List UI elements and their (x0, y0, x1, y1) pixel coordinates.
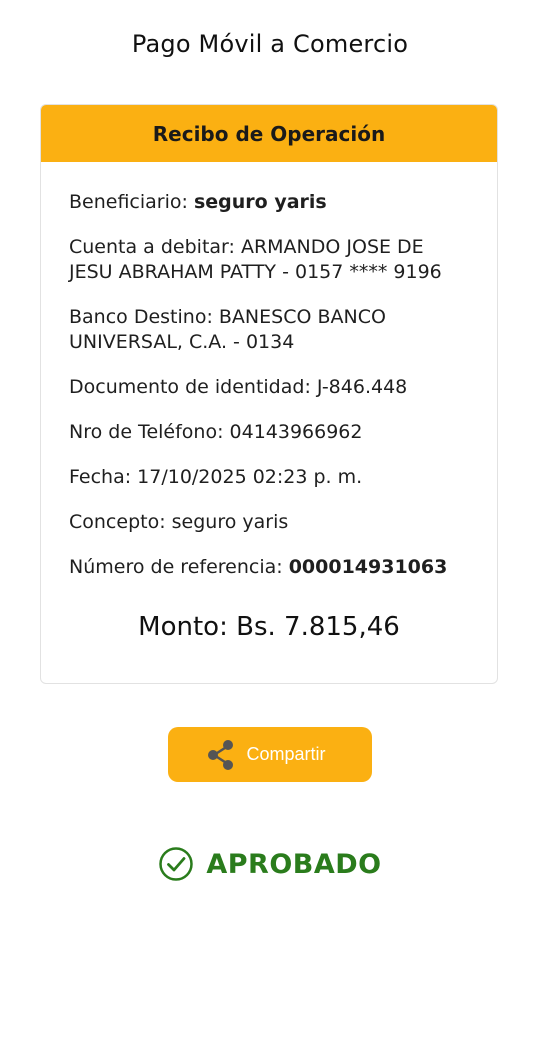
status-badge: APROBADO (0, 846, 540, 882)
phone-field: Nro de Teléfono: 04143966962 (69, 421, 363, 443)
beneficiary-label: Beneficiario: (69, 191, 194, 213)
share-button[interactable]: Compartir (168, 727, 372, 782)
receipt-card: Recibo de Operación Beneficiario: seguro… (40, 104, 498, 684)
status-label: APROBADO (206, 848, 382, 880)
check-circle-icon (158, 846, 194, 882)
concept-field: Concepto: seguro yaris (69, 511, 289, 533)
share-button-label: Compartir (246, 744, 326, 764)
reference-field: Número de referencia: 000014931063 (69, 555, 469, 580)
date-field: Fecha: 17/10/2025 02:23 p. m. (69, 466, 363, 488)
id-document-field: Documento de identidad: J-846.448 (69, 376, 408, 398)
reference-label: Número de referencia: (69, 556, 289, 578)
reference-value: 000014931063 (288, 556, 448, 578)
share-icon (206, 739, 236, 771)
beneficiary-value: seguro yaris (193, 191, 327, 213)
destination-bank-field: Banco Destino: BANESCO BANCO UNIVERSAL, … (69, 306, 386, 353)
debit-account-field: Cuenta a debitar: ARMANDO JOSE DE JESU A… (69, 236, 442, 283)
receipt-header: Recibo de Operación (41, 105, 497, 162)
payment-receipt-screen: Pago Móvil a Comercio Recibo de Operació… (0, 0, 540, 1055)
beneficiary-field: Beneficiario: seguro yaris (69, 190, 469, 215)
amount-total: Monto: Bs. 7.815,46 (138, 612, 400, 642)
receipt-body: Beneficiario: seguro yaris Cuenta a debi… (41, 162, 497, 642)
page-title: Pago Móvil a Comercio (131, 30, 409, 58)
